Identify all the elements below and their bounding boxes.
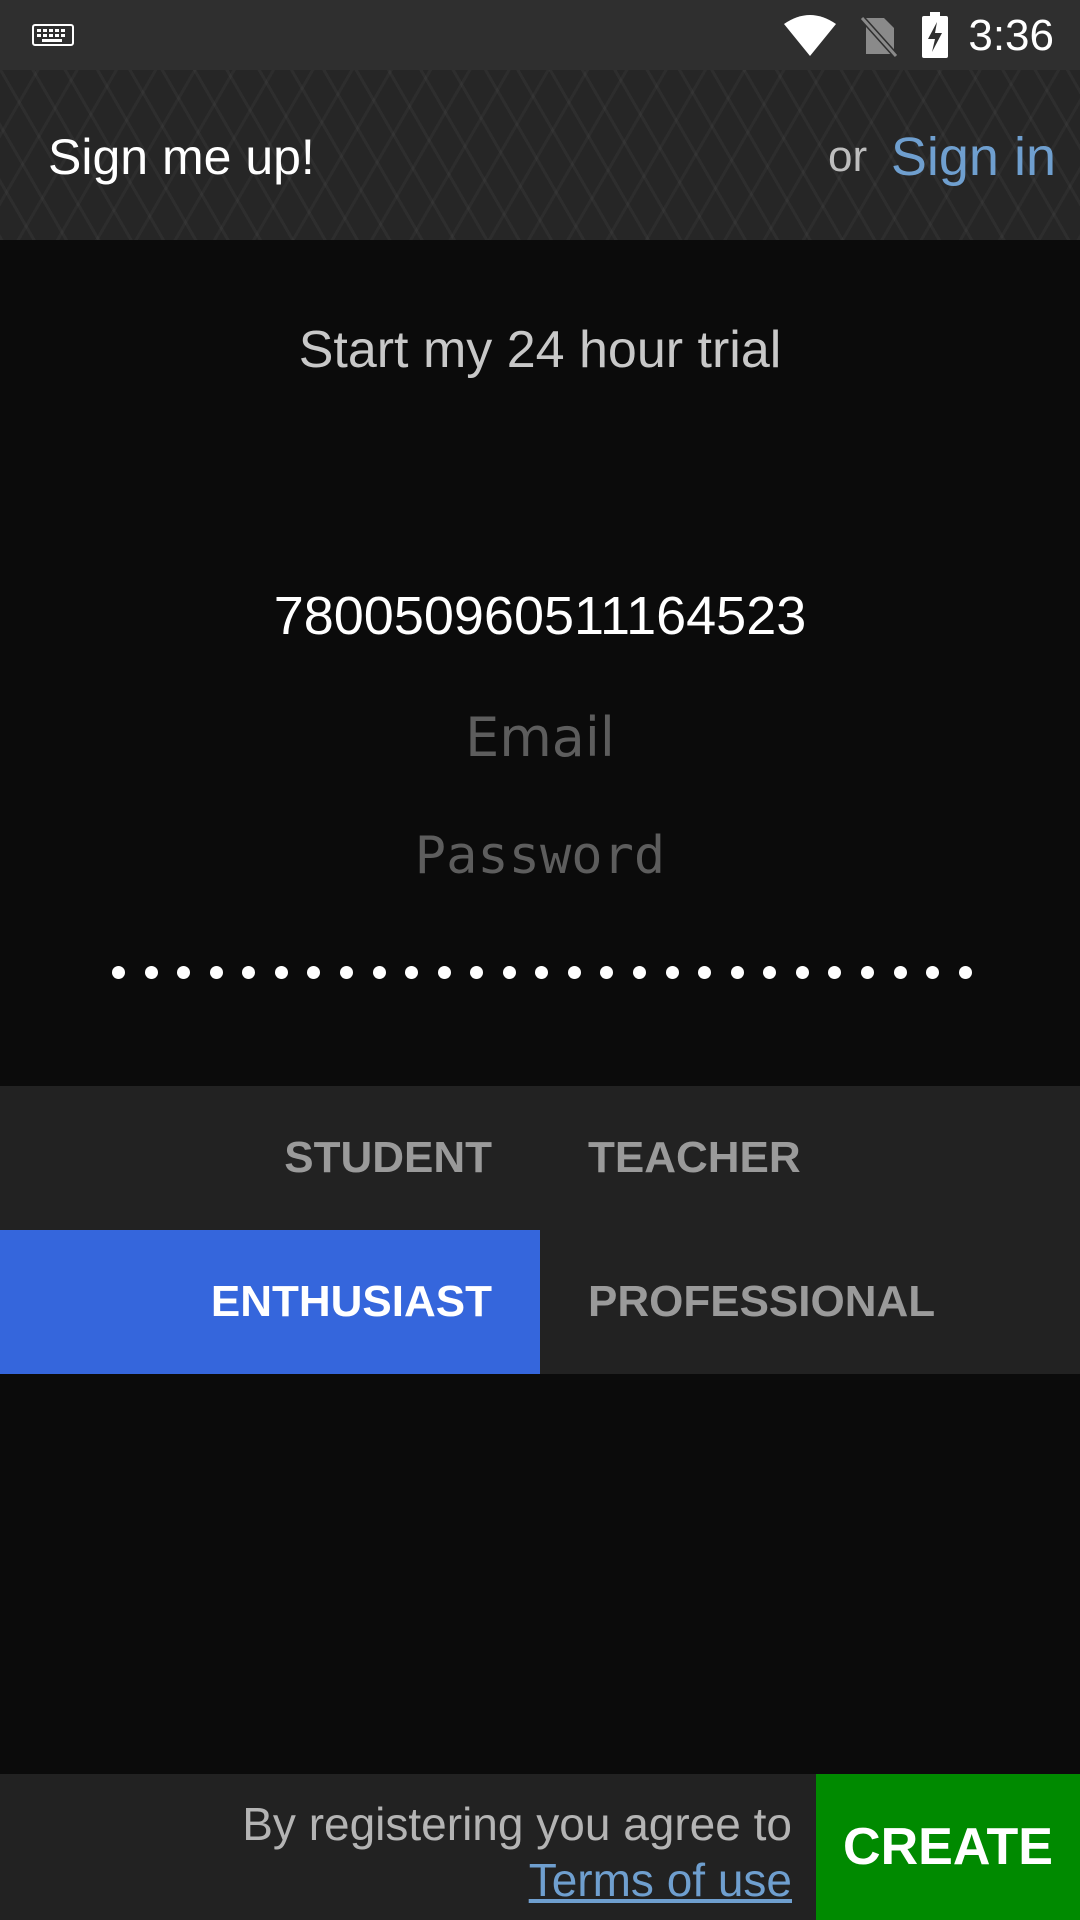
username-field[interactable]: 780050960511164523 (60, 585, 1020, 647)
no-sim-icon (858, 14, 899, 63)
password-dot (698, 965, 712, 979)
or-label: or (828, 132, 868, 181)
role-teacher[interactable]: TEACHER (540, 1086, 1080, 1230)
password-dot (242, 965, 256, 979)
footer-bar: By registering you agree to Terms of use… (0, 1774, 1080, 1920)
app-header: Sign me up! or Sign in (0, 70, 1080, 240)
agree-text: By registering you agree to (242, 1798, 792, 1850)
password-dot (209, 965, 223, 979)
password-dot (828, 965, 842, 979)
terms-notice: By registering you agree to Terms of use (242, 1796, 792, 1908)
password-dot (274, 965, 288, 979)
trial-heading: Start my 24 hour trial (298, 321, 782, 379)
battery-charging-icon (920, 12, 950, 63)
password-dot (600, 965, 614, 979)
password-dot (372, 965, 386, 979)
password-dot (893, 965, 907, 979)
password-dot (502, 965, 516, 979)
password-dot (339, 965, 353, 979)
password-dot (860, 965, 874, 979)
role-professional[interactable]: PROFESSIONAL (540, 1230, 1080, 1374)
password-dot (633, 965, 646, 979)
password-dot (405, 965, 419, 979)
password-dot (763, 965, 777, 979)
password-dot (470, 965, 484, 979)
password-dot (795, 965, 809, 979)
terms-of-use-link[interactable]: Terms of use (242, 1852, 792, 1908)
sign-up-screen: 3:36 Sign me up! or Sign in Start my 24 … (0, 0, 1080, 1920)
password-dot (177, 965, 191, 979)
role-student[interactable]: STUDENT (0, 1086, 540, 1230)
email-field[interactable]: Email (60, 706, 1020, 769)
confirm-password-field[interactable] (112, 960, 972, 984)
password-dot (730, 965, 744, 979)
password-dot (926, 965, 940, 979)
password-dot (307, 965, 321, 979)
password-dot (437, 965, 451, 979)
status-time: 3:36 (968, 11, 1054, 60)
status-bar: 3:36 (0, 0, 1080, 70)
role-selector: STUDENT TEACHER ENTHUSIAST PROFESSIONAL (0, 1086, 1080, 1374)
role-enthusiast[interactable]: ENTHUSIAST (0, 1230, 540, 1374)
sign-in-link[interactable]: Sign in (891, 126, 1056, 188)
password-dot (567, 965, 581, 979)
password-field[interactable]: Password (60, 826, 1020, 886)
create-button[interactable]: CREATE (816, 1774, 1080, 1920)
wifi-icon (782, 14, 838, 63)
page-title: Sign me up! (48, 129, 315, 185)
keyboard-icon (32, 24, 74, 51)
password-dot (144, 965, 158, 979)
password-dot (958, 965, 972, 979)
password-dot (665, 965, 679, 979)
password-dot (535, 965, 549, 979)
password-dot (112, 965, 125, 979)
